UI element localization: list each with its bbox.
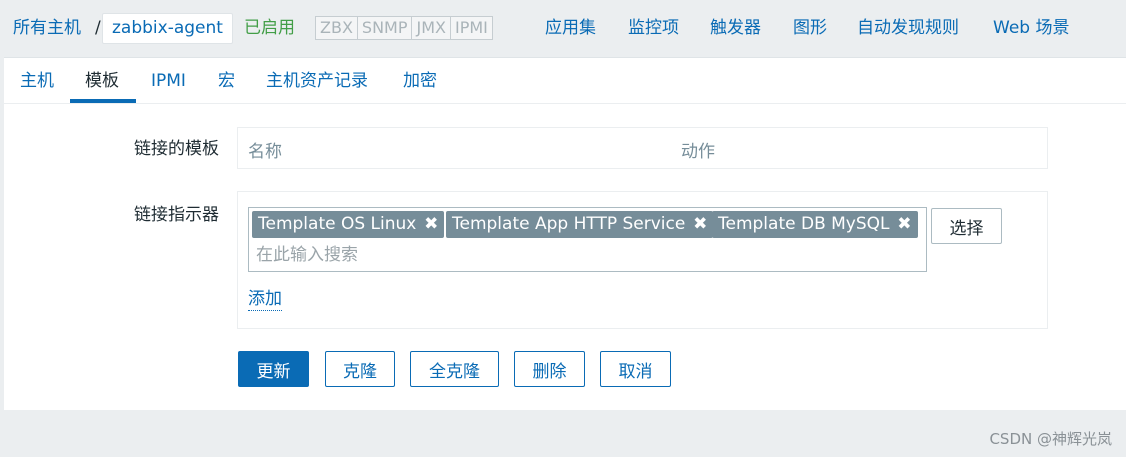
template-chip-label: Template App HTTP Service <box>452 214 686 234</box>
availability-zbx: ZBX <box>316 17 358 39</box>
tab-inventory[interactable]: 主机资产记录 <box>266 68 368 94</box>
template-search-input[interactable] <box>256 243 916 267</box>
nav-graphs[interactable]: 图形 <box>793 13 827 43</box>
availability-snmp: SNMP <box>357 17 413 39</box>
template-multiselect[interactable]: Template OS Linux ✖ Template App HTTP Se… <box>248 207 927 272</box>
delete-button[interactable]: 删除 <box>514 351 585 387</box>
template-chip-label: Template OS Linux <box>258 214 417 234</box>
tab-host[interactable]: 主机 <box>20 68 54 94</box>
tab-macros[interactable]: 宏 <box>218 68 235 94</box>
full-clone-button[interactable]: 全克隆 <box>410 351 499 387</box>
tab-templates[interactable]: 模板 <box>85 68 119 94</box>
link-new-templates-label: 链接指示器 <box>134 205 219 225</box>
availability-jmx: JMX <box>412 17 451 39</box>
link-templates-box: Template OS Linux ✖ Template App HTTP Se… <box>237 191 1048 329</box>
column-header-name: 名称 <box>248 142 282 162</box>
nav-discovery-rules[interactable]: 自动发现规则 <box>857 13 959 43</box>
column-header-action: 动作 <box>681 142 715 162</box>
template-chip: Template DB MySQL ✖ <box>712 211 918 238</box>
linked-templates-label: 链接的模板 <box>134 139 219 159</box>
nav-items[interactable]: 监控项 <box>628 13 679 43</box>
linked-templates-table: 名称 动作 <box>237 127 1048 169</box>
template-chip: Template OS Linux ✖ <box>252 211 445 238</box>
nav-web-scenarios[interactable]: Web 场景 <box>993 13 1069 43</box>
host-navigation: 所有主机 / zabbix-agent 已启用 ZBX SNMP JMX IPM… <box>0 0 1126 57</box>
tab-encryption[interactable]: 加密 <box>403 68 437 94</box>
tab-bar: 主机 模板 IPMI 宏 主机资产记录 加密 <box>4 58 1126 104</box>
template-chip-label: Template DB MySQL <box>718 214 890 234</box>
breadcrumb-separator: / <box>95 18 101 38</box>
availability-indicators: ZBX SNMP JMX IPMI <box>315 16 493 40</box>
nav-applications[interactable]: 应用集 <box>545 13 596 43</box>
active-tab-indicator <box>70 99 136 103</box>
breadcrumb-host-name[interactable]: zabbix-agent <box>102 13 233 44</box>
add-template-link[interactable]: 添加 <box>248 288 282 311</box>
tab-ipmi[interactable]: IPMI <box>151 68 186 94</box>
host-status-enabled[interactable]: 已启用 <box>244 13 295 43</box>
availability-ipmi: IPMI <box>450 17 492 39</box>
remove-chip-icon[interactable]: ✖ <box>693 211 707 238</box>
watermark: CSDN @神辉光岚 <box>989 430 1112 448</box>
cancel-button[interactable]: 取消 <box>600 351 671 387</box>
select-templates-button[interactable]: 选择 <box>931 208 1002 244</box>
remove-chip-icon[interactable]: ✖ <box>897 211 911 238</box>
remove-chip-icon[interactable]: ✖ <box>424 211 438 238</box>
nav-triggers[interactable]: 触发器 <box>710 13 761 43</box>
update-button[interactable]: 更新 <box>238 351 309 387</box>
clone-button[interactable]: 克隆 <box>325 351 395 387</box>
template-chip: Template App HTTP Service ✖ <box>446 211 714 238</box>
breadcrumb-all-hosts[interactable]: 所有主机 <box>13 13 81 43</box>
host-form-panel: 主机 模板 IPMI 宏 主机资产记录 加密 链接的模板 名称 动作 链接指示器… <box>4 57 1126 410</box>
